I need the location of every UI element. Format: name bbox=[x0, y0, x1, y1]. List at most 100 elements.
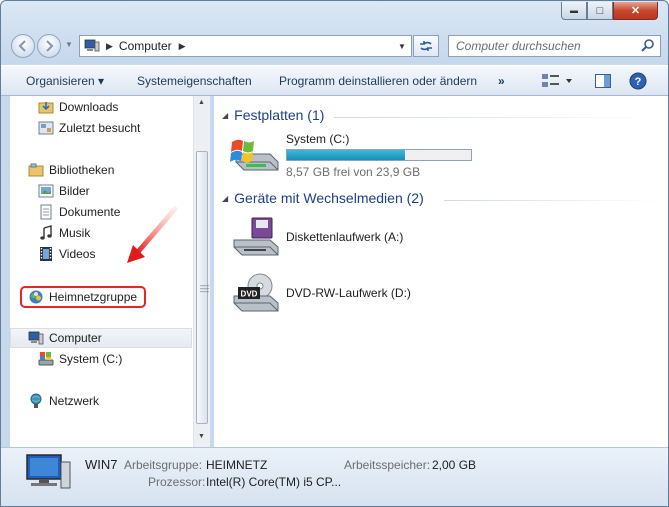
computer-name: WIN7 bbox=[85, 457, 118, 472]
drive-c-info: System (C:) 8,57 GB frei von 23,9 GB bbox=[286, 132, 472, 179]
search-icon[interactable] bbox=[640, 38, 656, 54]
computer-details-icon bbox=[26, 454, 71, 489]
homegroup-icon bbox=[29, 290, 43, 304]
sidebar-item-label: Videos bbox=[59, 247, 96, 261]
computer-icon bbox=[28, 331, 44, 345]
sidebar-item-label: Bilder bbox=[59, 184, 90, 198]
sidebar-item-label: Netzwerk bbox=[49, 394, 100, 408]
computer-icon bbox=[84, 39, 100, 52]
forward-button[interactable] bbox=[37, 34, 61, 58]
preview-pane-button[interactable] bbox=[594, 72, 612, 93]
preview-pane-icon bbox=[595, 74, 611, 88]
collapse-triangle-icon[interactable]: ◢ bbox=[222, 111, 228, 120]
sidebar-item-label: Bibliotheken bbox=[49, 163, 115, 177]
organize-menu[interactable]: Organisieren ▾ bbox=[26, 74, 104, 88]
sidebar-item-documents[interactable]: Dokumente bbox=[38, 202, 120, 222]
sidebar-item-label: System (C:) bbox=[59, 352, 123, 366]
sidebar-item-videos[interactable]: Videos bbox=[38, 244, 95, 264]
sidebar-item-homegroup[interactable]: Heimnetzgruppe bbox=[28, 287, 137, 307]
sidebar-item-label: Downloads bbox=[59, 100, 119, 114]
refresh-button[interactable] bbox=[413, 35, 439, 57]
sidebar-item-libraries[interactable]: Bibliotheken bbox=[28, 160, 114, 180]
forward-arrow-icon bbox=[46, 40, 54, 52]
sidebar-item-label: Dokumente bbox=[59, 205, 121, 219]
red-arrow-annotation bbox=[127, 206, 178, 263]
network-icon bbox=[30, 393, 42, 408]
windows-drive-icon bbox=[230, 139, 279, 171]
pictures-icon bbox=[38, 184, 54, 198]
sidebar-item-computer[interactable]: Computer bbox=[28, 328, 102, 348]
view-options-button[interactable] bbox=[541, 72, 575, 93]
sidebar-item-network[interactable]: Netzwerk bbox=[28, 391, 99, 411]
explorer-window: ▬ □ ✕ ▼ ▶ Computer ▶ ▼ Computer durchsuc… bbox=[0, 0, 669, 507]
workgroup-value: HEIMNETZ bbox=[206, 458, 268, 472]
help-button[interactable]: ? bbox=[629, 72, 647, 93]
close-button[interactable]: ✕ bbox=[613, 2, 658, 20]
drive-tile-d[interactable]: DVD DVD-RW-Laufwerk (D:) bbox=[230, 272, 411, 316]
breadcrumb-computer[interactable]: Computer bbox=[119, 39, 172, 53]
address-bar[interactable]: ▶ Computer ▶ ▼ bbox=[79, 35, 412, 57]
sidebar-item-recent[interactable]: Zuletzt besucht bbox=[38, 118, 140, 138]
navigation-row: ▼ ▶ Computer ▶ ▼ Computer durchsuchen bbox=[1, 27, 668, 63]
more-commands-button[interactable]: » bbox=[498, 74, 505, 88]
sidebar-item-downloads[interactable]: Downloads bbox=[38, 97, 118, 117]
recent-pages-dropdown[interactable]: ▼ bbox=[65, 40, 73, 49]
scrollbar-thumb[interactable]: — — — bbox=[196, 151, 209, 424]
sidebar-item-label: Musik bbox=[59, 226, 91, 240]
search-input[interactable]: Computer durchsuchen bbox=[448, 35, 661, 57]
details-pane: WIN7 Arbeitsgruppe: HEIMNETZ Arbeitsspei… bbox=[1, 447, 668, 506]
sidebar-item-system-c[interactable]: System (C:) bbox=[38, 349, 122, 369]
workgroup-label: Arbeitsgruppe: bbox=[124, 458, 203, 472]
videos-icon bbox=[40, 247, 52, 261]
recent-places-icon bbox=[38, 121, 54, 135]
drive-c-usage-bar bbox=[286, 149, 472, 161]
group-header-removable[interactable]: ◢ Geräte mit Wechselmedien (2) bbox=[222, 190, 424, 206]
sidebar-item-pictures[interactable]: Bilder bbox=[38, 181, 90, 201]
drive-a-info: Diskettenlaufwerk (A:) bbox=[286, 230, 403, 244]
help-icon: ? bbox=[629, 72, 647, 90]
dvd-badge: DVD bbox=[241, 290, 258, 299]
sidebar-item-label: Zuletzt besucht bbox=[59, 121, 141, 135]
back-button[interactable] bbox=[11, 34, 35, 58]
group-title: Geräte mit Wechselmedien (2) bbox=[234, 190, 424, 206]
system-properties-button[interactable]: Systemeigenschaften bbox=[137, 74, 252, 88]
group-divider bbox=[444, 200, 664, 201]
collapse-triangle-icon[interactable]: ◢ bbox=[222, 194, 228, 203]
sidebar-item-label: Computer bbox=[49, 331, 102, 345]
title-bar: ▬ □ ✕ bbox=[1, 1, 668, 27]
group-title: Festplatten (1) bbox=[234, 107, 325, 123]
minimize-icon: ▬ bbox=[570, 6, 578, 15]
documents-icon bbox=[40, 204, 52, 220]
sidebar-item-label: Heimnetzgruppe bbox=[49, 290, 138, 304]
scroll-down-icon[interactable]: ▼ bbox=[198, 433, 205, 440]
uninstall-program-button[interactable]: Programm deinstallieren oder ändern bbox=[279, 74, 477, 88]
group-header-hdd[interactable]: ◢ Festplatten (1) bbox=[222, 107, 324, 123]
processor-value: Intel(R) Core(TM) i5 CP... bbox=[206, 475, 342, 489]
breadcrumb-separator-icon[interactable]: ▶ bbox=[106, 41, 113, 52]
refresh-icon bbox=[420, 41, 432, 51]
breadcrumb-chevron-icon[interactable]: ▶ bbox=[179, 41, 186, 52]
maximize-button[interactable]: □ bbox=[587, 2, 613, 20]
drive-c-free-space: 8,57 GB frei von 23,9 GB bbox=[286, 165, 421, 179]
drive-d-info: DVD-RW-Laufwerk (D:) bbox=[286, 286, 411, 300]
libraries-icon bbox=[28, 163, 44, 177]
close-icon: ✕ bbox=[630, 5, 641, 17]
drive-tile-c[interactable]: System (C:) 8,57 GB frei von 23,9 GB bbox=[230, 132, 472, 179]
drive-tile-a[interactable]: Diskettenlaufwerk (A:) bbox=[230, 216, 403, 260]
scroll-up-icon[interactable]: ▲ bbox=[198, 99, 205, 106]
navigation-pane: Downloads Zuletzt besucht Bibliotheken B… bbox=[10, 96, 196, 447]
floppy-drive-icon bbox=[233, 217, 279, 256]
drive-a-name: Diskettenlaufwerk (A:) bbox=[286, 230, 404, 244]
drive-c-name: System (C:) bbox=[286, 132, 350, 146]
memory-value: 2,00 GB bbox=[432, 458, 477, 472]
dvd-drive-icon: DVD bbox=[233, 273, 279, 312]
sidebar-item-music[interactable]: Musik bbox=[38, 223, 90, 243]
drive-d-name: DVD-RW-Laufwerk (D:) bbox=[286, 286, 411, 300]
address-dropdown-icon[interactable]: ▼ bbox=[393, 36, 411, 56]
minimize-button[interactable]: ▬ bbox=[561, 2, 587, 20]
processor-label: Prozessor: bbox=[148, 475, 206, 489]
usage-bar-fill bbox=[287, 150, 405, 160]
navigation-scrollbar[interactable]: ▲ — — — ▼ bbox=[193, 96, 210, 447]
memory-label: Arbeitsspeicher: bbox=[344, 458, 431, 472]
drive-c-icon bbox=[38, 352, 54, 366]
